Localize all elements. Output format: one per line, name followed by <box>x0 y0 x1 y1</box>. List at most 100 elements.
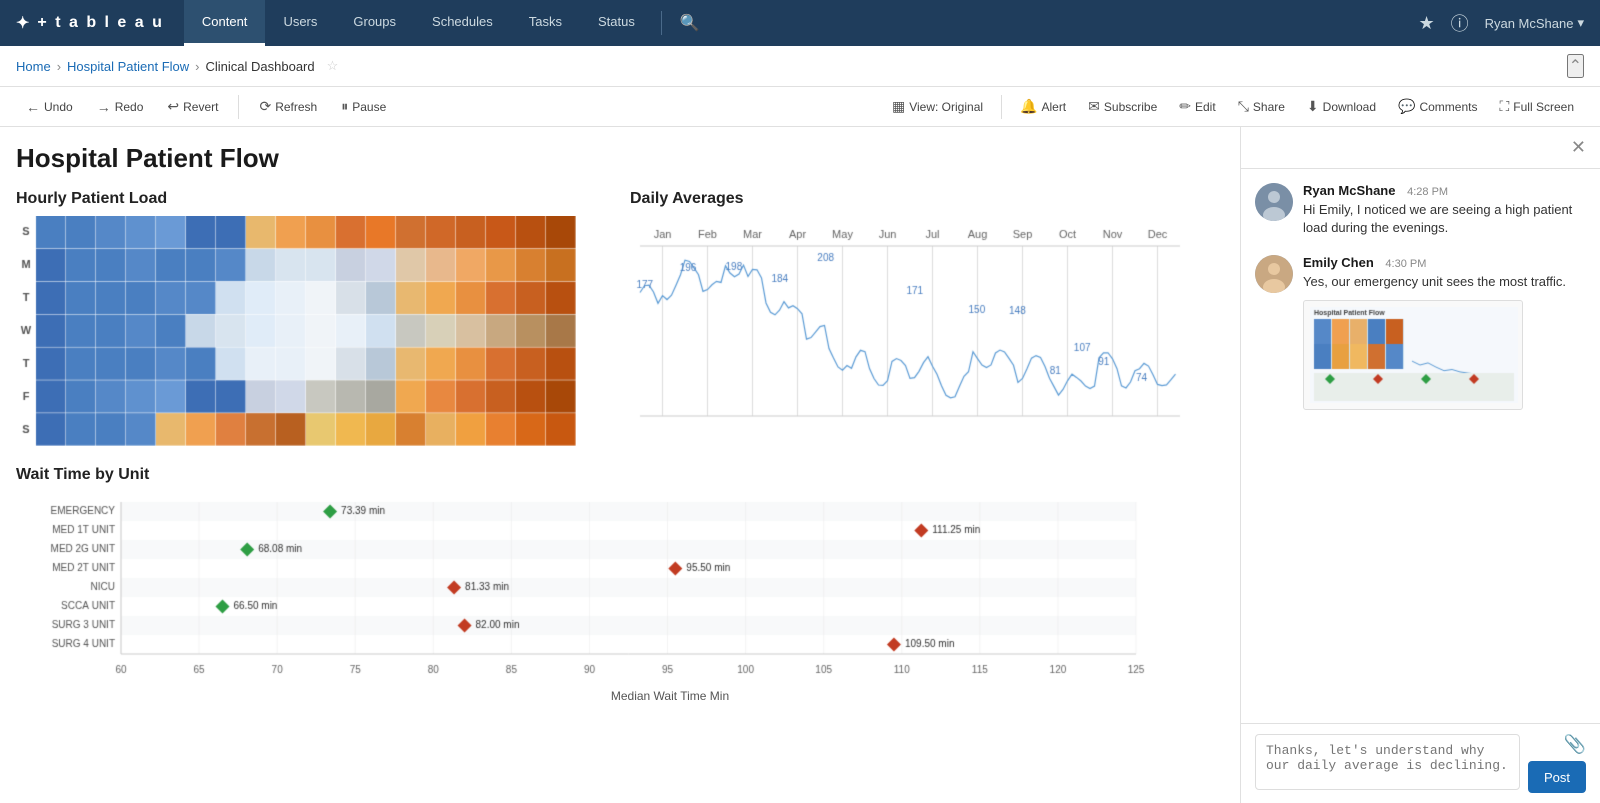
comments-panel: ✕ Ryan McShane 4:28 PM Hi Emily, <box>1240 127 1600 803</box>
pause-button[interactable]: ⏸ Pause <box>331 93 396 120</box>
comment-author-emily: Emily Chen <box>1303 255 1374 270</box>
fullscreen-button[interactable]: ⛶ Full Screen <box>1489 93 1584 120</box>
share-icon: ⤡ <box>1238 98 1249 115</box>
avatar-ryan-svg <box>1255 183 1293 221</box>
fullscreen-icon: ⛶ <box>1499 98 1509 115</box>
comment-item: Ryan McShane 4:28 PM Hi Emily, I noticed… <box>1255 183 1586 237</box>
breadcrumb-current: Clinical Dashboard <box>206 59 315 74</box>
breadcrumb-section[interactable]: Hospital Patient Flow <box>67 59 189 74</box>
comment-header-emily: Emily Chen 4:30 PM <box>1303 255 1586 270</box>
charts-row: Hourly Patient Load Daily Averages <box>16 190 1224 446</box>
breadcrumb-home[interactable]: Home <box>16 59 51 74</box>
mini-dashboard-canvas <box>1310 307 1518 403</box>
comment-header-ryan: Ryan McShane 4:28 PM <box>1303 183 1586 198</box>
comment-image-emily <box>1303 300 1523 410</box>
breadcrumb-sep-1: › <box>57 59 61 74</box>
redo-icon: → <box>97 99 111 115</box>
refresh-icon: ⟳ <box>259 98 271 115</box>
alert-label: Alert <box>1041 100 1066 114</box>
view-original-button[interactable]: ▦ View: Original <box>882 93 993 120</box>
heatmap-canvas <box>16 216 576 446</box>
comments-button[interactable]: 💬 Comments <box>1388 93 1487 120</box>
tableau-logo: ✦ + t a b l e a u <box>16 13 164 33</box>
share-label: Share <box>1253 100 1285 114</box>
redo-button[interactable]: → Redo <box>87 94 154 120</box>
envelope-icon: ✉ <box>1088 98 1100 115</box>
nav-item-users[interactable]: Users <box>265 0 335 46</box>
toolbar-right: ▦ View: Original 🔔 Alert ✉ Subscribe ✏ E… <box>882 93 1584 120</box>
edit-icon: ✏ <box>1179 98 1191 115</box>
heatmap-container <box>16 216 610 446</box>
view-label: View: Original <box>909 100 983 114</box>
favorite-icon[interactable]: ★ <box>1418 13 1434 34</box>
dashboard-area: Hospital Patient Flow Hourly Patient Loa… <box>0 127 1240 803</box>
comment-content-emily: Emily Chen 4:30 PM Yes, our emergency un… <box>1303 255 1586 409</box>
revert-icon: ↩ <box>167 98 179 115</box>
nav-item-tasks[interactable]: Tasks <box>511 0 580 46</box>
comment-time-emily: 4:30 PM <box>1385 258 1426 270</box>
refresh-button[interactable]: ⟳ Refresh <box>249 93 327 120</box>
nav-right: ★ ⓘ Ryan McShane ▾ <box>1418 10 1584 36</box>
logo-icon: ✦ <box>16 13 31 33</box>
comment-input-wrapper <box>1255 734 1520 793</box>
breadcrumb: Home › Hospital Patient Flow › Clinical … <box>16 58 338 74</box>
comments-body: Ryan McShane 4:28 PM Hi Emily, I noticed… <box>1241 169 1600 723</box>
logo-text: + t a b l e a u <box>37 14 163 32</box>
breadcrumb-star[interactable]: ☆ <box>327 58 339 74</box>
comment-actions: 📎 Post <box>1528 734 1586 793</box>
attach-icon[interactable]: 📎 <box>1564 734 1586 755</box>
breadcrumb-bar: Home › Hospital Patient Flow › Clinical … <box>0 46 1600 87</box>
nav-item-content[interactable]: Content <box>184 0 266 46</box>
toolbar-sep-1 <box>238 95 239 119</box>
subscribe-button[interactable]: ✉ Subscribe <box>1078 93 1167 120</box>
avatar-emily <box>1255 255 1293 293</box>
fullscreen-label: Full Screen <box>1513 100 1574 114</box>
download-button[interactable]: ⬇ Download <box>1297 93 1386 120</box>
wait-chart-canvas <box>16 492 1156 682</box>
wait-chart-area: Median Wait Time Min <box>16 492 1224 703</box>
revert-button[interactable]: ↩ Revert <box>157 93 228 120</box>
comments-icon: 💬 <box>1398 98 1415 115</box>
pause-label: Pause <box>352 100 386 114</box>
revert-label: Revert <box>183 100 218 114</box>
dashboard-title: Hospital Patient Flow <box>16 143 1224 174</box>
comment-content-ryan: Ryan McShane 4:28 PM Hi Emily, I noticed… <box>1303 183 1586 237</box>
undo-icon: ← <box>26 99 40 115</box>
user-menu-chevron: ▾ <box>1577 15 1584 31</box>
breadcrumb-sep-2: › <box>195 59 199 74</box>
daily-chart-wrapper <box>630 216 1224 446</box>
post-button[interactable]: Post <box>1528 761 1586 793</box>
nav-item-schedules[interactable]: Schedules <box>414 0 511 46</box>
comment-item-emily: Emily Chen 4:30 PM Yes, our emergency un… <box>1255 255 1586 409</box>
wait-time-section: Wait Time by Unit Median Wait Time Min <box>16 466 1224 703</box>
user-menu[interactable]: Ryan McShane ▾ <box>1485 15 1584 31</box>
comment-input[interactable] <box>1255 734 1520 790</box>
nav-divider <box>661 11 662 35</box>
collapse-button[interactable]: ⌃ <box>1567 54 1584 78</box>
nav-item-status[interactable]: Status <box>580 0 653 46</box>
comment-time-ryan: 4:28 PM <box>1407 186 1448 198</box>
undo-button[interactable]: ← Undo <box>16 94 83 120</box>
close-comments-button[interactable]: ✕ <box>1571 137 1586 158</box>
edit-button[interactable]: ✏ Edit <box>1169 93 1225 120</box>
share-button[interactable]: ⤡ Share <box>1228 93 1295 120</box>
hourly-chart-title: Hourly Patient Load <box>16 190 610 208</box>
comment-text-emily: Yes, our emergency unit sees the most tr… <box>1303 273 1586 291</box>
nav-item-groups[interactable]: Groups <box>335 0 414 46</box>
comment-author-ryan: Ryan McShane <box>1303 183 1395 198</box>
search-icon[interactable]: 🔍 <box>670 13 710 33</box>
download-icon: ⬇ <box>1307 98 1319 115</box>
nav-items: Content Users Groups Schedules Tasks Sta… <box>184 0 653 46</box>
toolbar-sep-2 <box>1001 95 1002 119</box>
undo-label: Undo <box>44 100 73 114</box>
alert-button[interactable]: 🔔 Alert <box>1010 93 1076 120</box>
wait-axis-title: Median Wait Time Min <box>116 689 1224 703</box>
avatar-emily-svg <box>1255 255 1293 293</box>
download-label: Download <box>1323 100 1376 114</box>
daily-averages-section: Daily Averages <box>630 190 1224 446</box>
subscribe-label: Subscribe <box>1104 100 1157 114</box>
comment-text-ryan: Hi Emily, I noticed we are seeing a high… <box>1303 201 1586 237</box>
daily-chart-canvas <box>630 216 1190 446</box>
info-icon[interactable]: ⓘ <box>1451 10 1469 36</box>
hourly-patient-load-section: Hourly Patient Load <box>16 190 610 446</box>
